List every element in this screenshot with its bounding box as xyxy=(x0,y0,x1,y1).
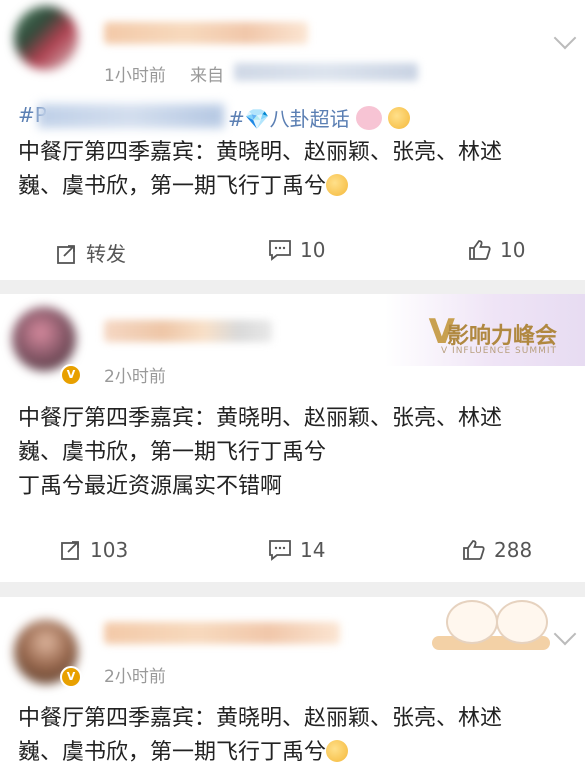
thumbs-up-icon xyxy=(463,540,485,560)
source-prefix: 来自 xyxy=(190,66,224,86)
emoji-icon xyxy=(388,107,411,129)
username-redacted[interactable] xyxy=(104,320,272,342)
like-count: 10 xyxy=(500,238,526,262)
share-icon xyxy=(61,541,79,560)
username-redacted[interactable] xyxy=(104,622,340,644)
cat-sticker-icon xyxy=(446,600,498,644)
post-time: 2小时前 xyxy=(104,367,166,387)
source-redacted[interactable] xyxy=(234,63,418,81)
share-icon xyxy=(57,245,75,264)
hashtag-redacted xyxy=(38,104,224,128)
post-content: 中餐厅第四季嘉宾：黄晓明、赵丽颖、张亮、林述 巍、虞书欣，第一期飞行丁禹兮 xyxy=(18,140,503,199)
post-time: 2小时前 xyxy=(104,667,166,687)
summit-subtitle: V INFLUENCE SUMMIT xyxy=(441,346,557,356)
like-button[interactable]: 10 xyxy=(468,238,525,262)
post-content: 中餐厅第四季嘉宾：黄晓明、赵丽颖、张亮、林述 巍、虞书欣，第一期飞行丁禹兮 丁禹… xyxy=(18,406,503,499)
repost-label: 转发 xyxy=(86,242,126,266)
avatar[interactable] xyxy=(12,307,76,371)
comment-button[interactable]: 10 xyxy=(268,238,325,262)
like-button[interactable]: 288 xyxy=(462,538,532,562)
username-redacted[interactable] xyxy=(104,22,308,44)
repost-count: 103 xyxy=(90,538,129,562)
verified-badge: V xyxy=(60,666,82,688)
avatar[interactable] xyxy=(14,6,78,70)
comment-count: 10 xyxy=(300,238,326,262)
thumbs-up-icon xyxy=(469,240,491,260)
emoji-icon xyxy=(326,740,349,762)
topic-link[interactable]: #💎八卦超话 xyxy=(228,103,411,131)
comment-icon xyxy=(269,540,291,561)
repost-button[interactable]: 转发 xyxy=(56,238,126,267)
rabbit-emoji-icon xyxy=(356,106,383,130)
cat-sticker-icon xyxy=(496,600,548,644)
comment-button[interactable]: 14 xyxy=(268,538,325,562)
comment-count: 14 xyxy=(300,538,326,562)
post-content: 中餐厅第四季嘉宾：黄晓明、赵丽颖、张亮、林述 巍、虞书欣，第一期飞行丁禹兮 xyxy=(18,706,503,765)
verified-badge: V xyxy=(60,364,82,386)
repost-button[interactable]: 103 xyxy=(60,538,128,562)
post-time: 1小时前 xyxy=(104,66,166,86)
emoji-icon xyxy=(326,174,349,196)
like-count: 288 xyxy=(494,538,533,562)
comment-icon xyxy=(269,240,291,261)
